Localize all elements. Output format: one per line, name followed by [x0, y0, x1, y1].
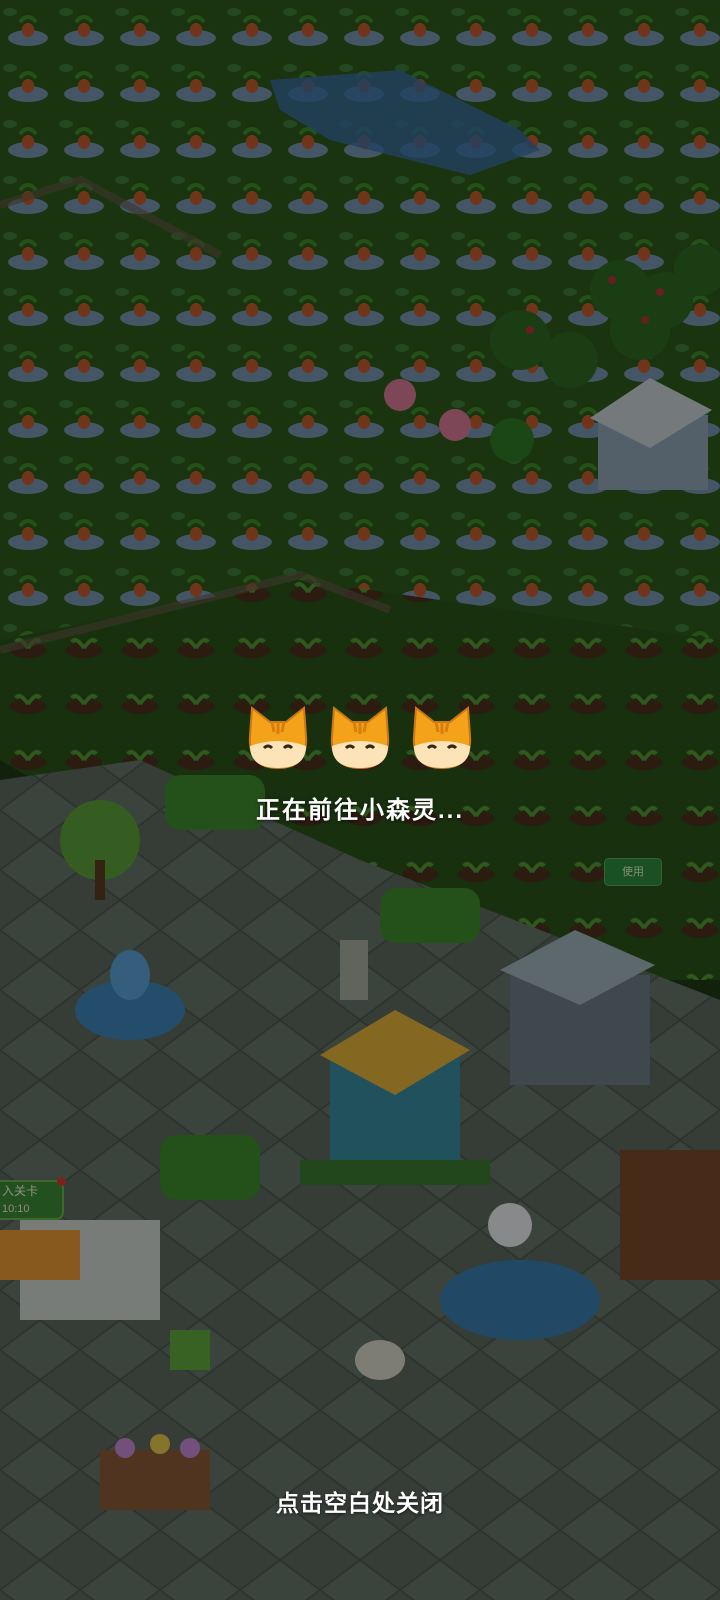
loading-message: 正在前往小森灵... — [255, 797, 464, 824]
cat-face-icon — [412, 706, 472, 770]
cat-face-icon — [330, 706, 390, 770]
cat-face-icon — [248, 706, 308, 770]
tap-to-close-hint[interactable]: 点击空白处关闭 — [0, 1484, 720, 1518]
loading-cats — [0, 706, 720, 772]
